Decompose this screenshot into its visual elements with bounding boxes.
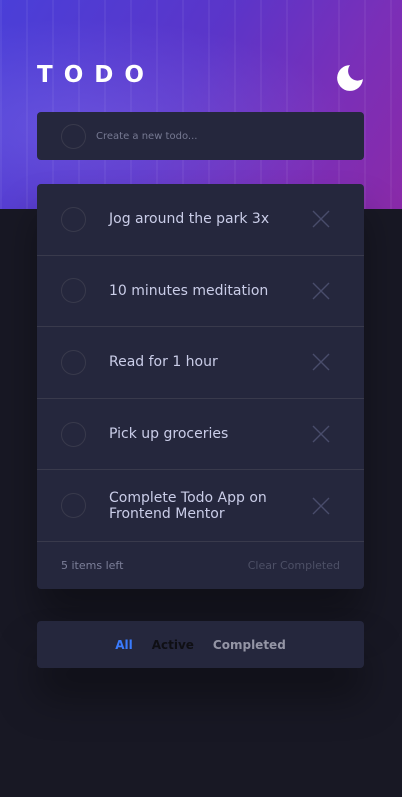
- todo-item: 10 minutes meditation: [37, 256, 364, 328]
- filter-all[interactable]: All: [115, 638, 133, 652]
- close-icon[interactable]: [312, 425, 330, 443]
- header-background-overlay: [0, 0, 402, 209]
- todo-text: 10 minutes meditation: [109, 282, 269, 299]
- close-icon[interactable]: [312, 497, 330, 515]
- todo-checkbox[interactable]: [61, 421, 86, 447]
- filter-bar: All Active Completed: [37, 621, 364, 668]
- header-background: [0, 0, 402, 209]
- todo-checkbox[interactable]: [61, 493, 86, 519]
- todo-text: Pick up groceries: [109, 426, 229, 443]
- todo-item: Read for 1 hour: [37, 327, 364, 399]
- todo-text: Complete Todo App on Frontend Mentor: [109, 489, 267, 522]
- todo-list: Jog around the park 3x 10 minutes medita…: [37, 184, 364, 589]
- todo-item: Complete Todo App on Frontend Mentor: [37, 470, 364, 542]
- todo-checkbox[interactable]: [61, 278, 86, 304]
- todo-item: Jog around the park 3x: [37, 184, 364, 256]
- close-icon[interactable]: [312, 353, 330, 371]
- todo-checkbox[interactable]: [61, 206, 86, 232]
- todo-item: Pick up groceries: [37, 399, 364, 471]
- filter-active[interactable]: Active: [152, 638, 194, 652]
- moon-icon: [337, 65, 363, 91]
- close-icon[interactable]: [312, 282, 330, 300]
- create-checkbox[interactable]: [61, 123, 86, 149]
- create-todo-box: [37, 112, 364, 160]
- app-title: TODO: [37, 62, 155, 88]
- list-footer: 5 items left Clear Completed: [37, 542, 364, 589]
- todo-text: Jog around the park 3x: [109, 211, 270, 228]
- theme-toggle-button[interactable]: [336, 64, 364, 92]
- filter-completed[interactable]: Completed: [213, 638, 286, 652]
- todo-checkbox[interactable]: [61, 349, 86, 375]
- items-left-count: 5 items left: [61, 558, 124, 572]
- todo-text: Read for 1 hour: [109, 354, 218, 371]
- clear-completed-button[interactable]: Clear Completed: [248, 559, 340, 572]
- close-icon[interactable]: [312, 210, 330, 228]
- create-todo-input[interactable]: [96, 130, 336, 142]
